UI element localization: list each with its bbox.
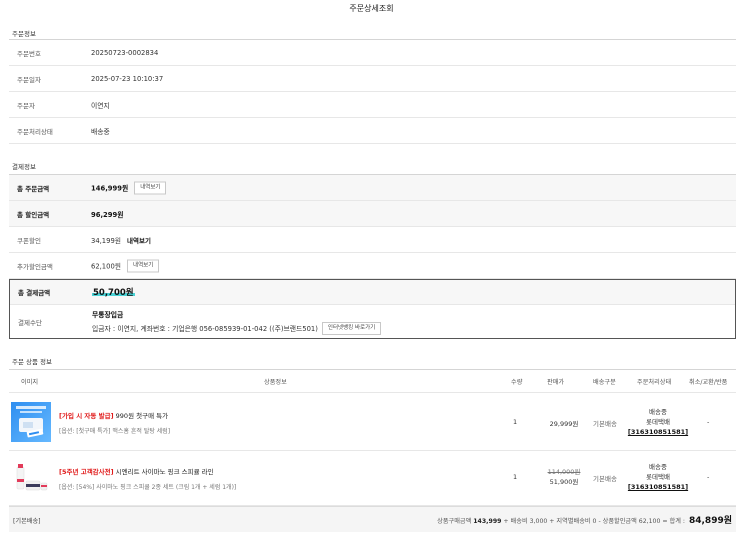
coupon-label: 쿠폰할인 <box>17 236 41 245</box>
order-status-row: 주문처리상태 배송중 <box>9 118 736 144</box>
payment-method-value: 무통장입금 입금자 : 이연지, 계좌번호 : 기업은행 056-085939-… <box>92 309 382 335</box>
product-info: [가입 시 자동 발급] 990원 첫구매 특가 [옵션: [첫구매 특가] 맥… <box>59 410 489 435</box>
product-title: 시엔리트 사이마노 핑크 스피큘 라인 <box>113 468 214 476</box>
product-tag: [5주년 고객감사전] <box>59 468 114 476</box>
coupon-row: 쿠폰할인 34,199원 내역보기 <box>9 227 736 253</box>
total-discount-label: 총 할인금액 <box>17 210 50 219</box>
total-order-label: 총 주문금액 <box>17 184 50 193</box>
product-status-text: 배송중 <box>649 408 667 416</box>
total-discount-row: 총 할인금액 96,299원 <box>9 201 736 227</box>
header-status: 주문처리상태 <box>637 379 672 386</box>
order-number-row: 주문번호 20250723-0002834 <box>9 40 736 66</box>
total-paid-value-wrap: 50,700원 <box>92 286 135 298</box>
product-option: [옵션: [54%] 사이마노 핑크 스피큘 2종 세트 (크림 1개 + 세럼… <box>59 484 237 491</box>
products-title: 주문 상품 정보 <box>12 358 53 366</box>
product-price-cell: 114,000원 51,900원 <box>541 467 587 487</box>
orderer-value: 이연지 <box>91 101 110 110</box>
product-cancel: - <box>707 418 710 426</box>
products-table-header: 이미지 상품정보 수량 판매가 배송구분 주문처리상태 취소/교환/반품 <box>9 369 736 393</box>
product-shipping-type: 기본배송 <box>593 475 617 483</box>
product-title: 990원 첫구매 특가 <box>113 412 169 420</box>
product-cancel: - <box>707 473 710 481</box>
total-paid-label: 총 결제금액 <box>18 289 51 297</box>
page-title: 주문상세조회 <box>349 4 394 13</box>
header-info: 상품정보 <box>264 379 287 386</box>
product-status: 배송중 롯데택배 [316310851581] <box>627 407 689 437</box>
coupon-detail-link[interactable]: 내역보기 <box>127 235 151 245</box>
total-paid-value: 50,700원 <box>92 286 135 298</box>
order-number-value: 20250723-0002834 <box>91 48 159 57</box>
header-cancel: 취소/교환/반품 <box>689 379 728 386</box>
order-status-value: 배송중 <box>91 127 110 136</box>
order-date-label: 주문일자 <box>17 75 41 84</box>
total-discount-value: 96,299원 <box>91 210 124 219</box>
order-date-row: 주문일자 2025-07-23 10:10:37 <box>9 66 736 92</box>
header-shipping-type: 배송구분 <box>593 379 616 386</box>
product-original-price: 114,000원 <box>547 468 581 476</box>
shipping-group-label: [기본배송] <box>13 518 41 525</box>
product-row: [가입 시 자동 발급] 990원 첫구매 특가 [옵션: [첫구매 특가] 맥… <box>9 393 736 451</box>
payment-method-type: 무통장입금 <box>92 310 124 319</box>
total-order-value: 146,999원 <box>91 184 129 193</box>
summary-prefix: 상품구매금액 <box>437 518 472 525</box>
extra-discount-row: 추가할인금액 62,100원 내역보기 <box>9 253 736 279</box>
orderer-label: 주문자 <box>17 101 35 110</box>
orderer-row: 주문자 이연지 <box>9 92 736 118</box>
product-tag: [가입 시 자동 발급] <box>59 412 114 420</box>
total-order-value-wrap: 146,999원 내역보기 <box>91 181 167 194</box>
payment-info-table: 총 주문금액 146,999원 내역보기 총 할인금액 96,299원 쿠폰할인… <box>9 174 736 339</box>
product-price: 51,900원 <box>549 478 579 486</box>
summary-mid: + 배송비 3,000 + 지역별배송비 0 - 상품할인금액 62,100 =… <box>503 518 685 525</box>
coupon-value-wrap: 34,199원 내역보기 <box>91 235 151 245</box>
product-status: 배송중 롯데택배 [316310851581] <box>627 462 689 492</box>
product-thumbnail[interactable] <box>11 402 51 442</box>
product-courier: 롯데택배 <box>646 473 670 481</box>
header-image: 이미지 <box>21 379 39 386</box>
product-option: [옵션: [첫구매 특가] 맥스홈 흔적 탈탕 세럼] <box>59 428 171 435</box>
serum-product-image-icon <box>16 406 46 438</box>
product-tracking-link[interactable]: [316310851581] <box>627 427 689 437</box>
coupon-value: 34,199원 <box>91 236 122 245</box>
total-paid-row: 총 결제금액 50,700원 <box>10 280 735 305</box>
order-date-value: 2025-07-23 10:10:37 <box>91 74 164 83</box>
order-summary-footer: [기본배송] 상품구매금액 143,999 + 배송비 3,000 + 지역별배… <box>9 506 736 532</box>
payment-method-detail-line: 입금자 : 이연지, 계좌번호 : 기업은행 056-085939-01-042… <box>92 321 382 335</box>
total-order-detail-button[interactable]: 내역보기 <box>134 181 167 194</box>
product-status-text: 배송중 <box>649 463 667 471</box>
header-price: 판매가 <box>547 379 565 386</box>
product-tracking-link[interactable]: [316310851581] <box>627 482 689 492</box>
order-info-table: 주문번호 20250723-0002834 주문일자 2025-07-23 10… <box>9 39 736 144</box>
extra-discount-label: 추가할인금액 <box>17 262 53 271</box>
order-summary-text: 상품구매금액 143,999 + 배송비 3,000 + 지역별배송비 0 - … <box>437 513 732 526</box>
extra-discount-detail-button[interactable]: 내역보기 <box>127 259 160 272</box>
payment-method-detail: 입금자 : 이연지, 계좌번호 : 기업은행 056-085939-01-042… <box>92 325 318 333</box>
payment-method-row: 결제수단 무통장입금 입금자 : 이연지, 계좌번호 : 기업은행 056-08… <box>10 305 735 338</box>
product-thumbnail[interactable] <box>11 459 51 499</box>
extra-discount-value-wrap: 62,100원 내역보기 <box>91 259 160 272</box>
product-shipping-type: 기본배송 <box>593 420 617 428</box>
total-order-row: 총 주문금액 146,999원 내역보기 <box>9 175 736 201</box>
product-name[interactable]: [5주년 고객감사전] 시엔리트 사이마노 핑크 스피큘 라인 <box>59 466 489 476</box>
product-courier: 롯데택배 <box>646 418 670 426</box>
product-qty: 1 <box>513 418 518 426</box>
order-info-title: 주문정보 <box>12 30 36 38</box>
product-qty: 1 <box>513 473 518 481</box>
payment-info-title: 결제정보 <box>12 163 36 171</box>
summary-grand-total: 84,899원 <box>688 516 732 526</box>
cosmetic-product-image-icon <box>16 464 48 491</box>
product-name[interactable]: [가입 시 자동 발급] 990원 첫구매 특가 <box>59 410 489 420</box>
summary-product-total: 143,999 <box>473 518 502 525</box>
total-payment-box: 총 결제금액 50,700원 결제수단 무통장입금 입금자 : 이연지, 계좌번… <box>9 279 736 339</box>
order-number-label: 주문번호 <box>17 49 41 58</box>
header-qty: 수량 <box>511 379 523 386</box>
product-row: [5주년 고객감사전] 시엔리트 사이마노 핑크 스피큘 라인 [옵션: [54… <box>9 451 736 506</box>
product-info: [5주년 고객감사전] 시엔리트 사이마노 핑크 스피큘 라인 [옵션: [54… <box>59 466 489 491</box>
payment-method-label: 결제수단 <box>18 318 42 327</box>
order-status-label: 주문처리상태 <box>17 127 53 136</box>
extra-discount-value: 62,100원 <box>91 262 122 271</box>
internet-banking-button[interactable]: 인터넷뱅킹 바로가기 <box>321 321 382 335</box>
product-price: 29,999원 <box>549 420 579 428</box>
